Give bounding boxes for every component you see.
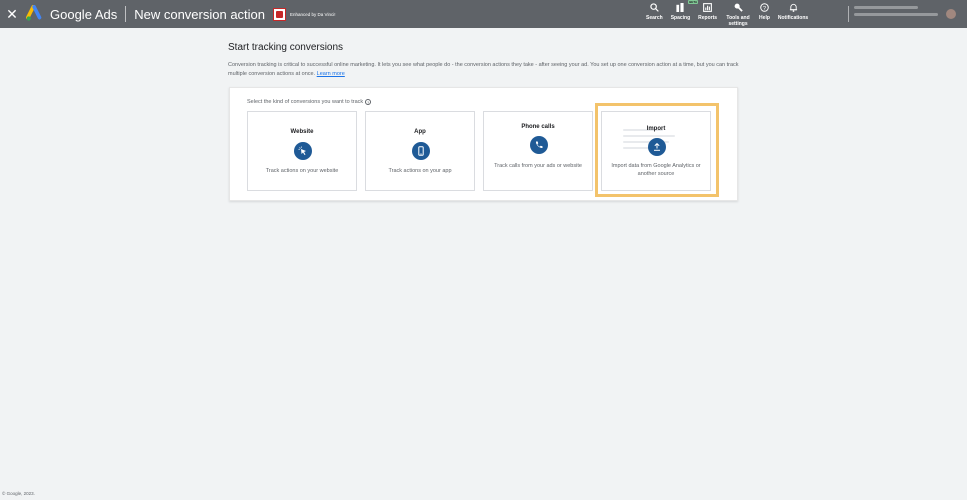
google-ads-logo-icon — [26, 5, 42, 21]
card-description: Import data from Google Analytics or ano… — [611, 163, 701, 177]
avatar[interactable] — [946, 9, 956, 19]
account-email-redacted — [854, 13, 938, 16]
account-info[interactable] — [854, 6, 938, 20]
nav-label: Help — [759, 15, 770, 21]
phone-call-icon — [530, 136, 548, 154]
search-icon — [650, 3, 659, 13]
card-title: Phone calls — [521, 124, 555, 130]
card-description: Track actions on your app — [388, 168, 452, 174]
description-text: Conversion tracking is critical to succe… — [228, 62, 739, 77]
card-title: App — [414, 129, 426, 135]
card-import[interactable]: Import Import data from Google Analytics… — [601, 111, 711, 191]
card-phone-calls[interactable]: Phone calls Track calls from your ads or… — [483, 111, 593, 191]
card-description: Track actions on your website — [265, 168, 339, 174]
page-title: New conversion action — [134, 6, 266, 22]
nav-reports[interactable]: Reports — [698, 0, 717, 21]
page-heading: Start tracking conversions — [228, 42, 344, 53]
enhanced-badge: Enhanced by Da Vinci! — [273, 7, 336, 21]
nav-tools-and-settings[interactable]: Tools and settings — [725, 0, 751, 27]
card-title: Website — [290, 129, 314, 135]
brand-name: Google Ads — [50, 6, 118, 22]
select-label: Select the kind of conversions you want … — [247, 99, 372, 105]
top-nav: Search BETA Spacing Reports Tools and se… — [646, 0, 816, 28]
nav-label: Notifications — [777, 15, 809, 21]
card-description: Track calls from your ads or website — [494, 163, 582, 169]
divider — [848, 6, 849, 22]
divider — [125, 6, 127, 22]
enhanced-text: Enhanced by Da Vinci! — [290, 11, 336, 17]
card-website[interactable]: Website Track actions on your website — [247, 111, 357, 191]
cursor-click-icon — [294, 142, 312, 160]
phone-device-icon — [412, 142, 430, 160]
footer-copyright: © Google, 2023. — [2, 491, 35, 496]
top-app-bar: ✕ Google Ads New conversion action Enhan… — [0, 0, 967, 28]
nav-label: Reports — [698, 15, 718, 21]
nav-help[interactable]: ? Help — [759, 0, 770, 21]
account-name-redacted — [854, 6, 918, 9]
bell-icon — [789, 3, 798, 13]
help-icon: ? — [760, 3, 769, 13]
help-circle-icon[interactable]: ? — [365, 99, 372, 105]
wrench-icon — [734, 3, 743, 13]
reports-icon — [703, 3, 713, 13]
close-icon[interactable]: ✕ — [0, 0, 24, 28]
nav-label: Search — [646, 15, 663, 21]
davinci-logo-icon — [273, 7, 287, 21]
spacing-icon — [675, 3, 685, 13]
card-app[interactable]: App Track actions on your app — [365, 111, 475, 191]
nav-search[interactable]: Search — [646, 0, 663, 21]
nav-spacing[interactable]: BETA Spacing — [670, 0, 699, 21]
nav-label: Tools and settings — [726, 15, 750, 27]
select-label-text: Select the kind of conversions you want … — [247, 99, 364, 105]
upload-icon — [648, 138, 666, 156]
learn-more-link[interactable]: Learn more — [317, 71, 345, 77]
nav-label: Spacing — [670, 15, 691, 21]
card-title: Import — [646, 126, 666, 132]
conversion-type-panel: Select the kind of conversions you want … — [229, 87, 738, 201]
nav-notifications[interactable]: Notifications — [778, 0, 808, 21]
beta-badge: BETA — [688, 0, 699, 4]
page-description: Conversion tracking is critical to succe… — [228, 61, 748, 78]
